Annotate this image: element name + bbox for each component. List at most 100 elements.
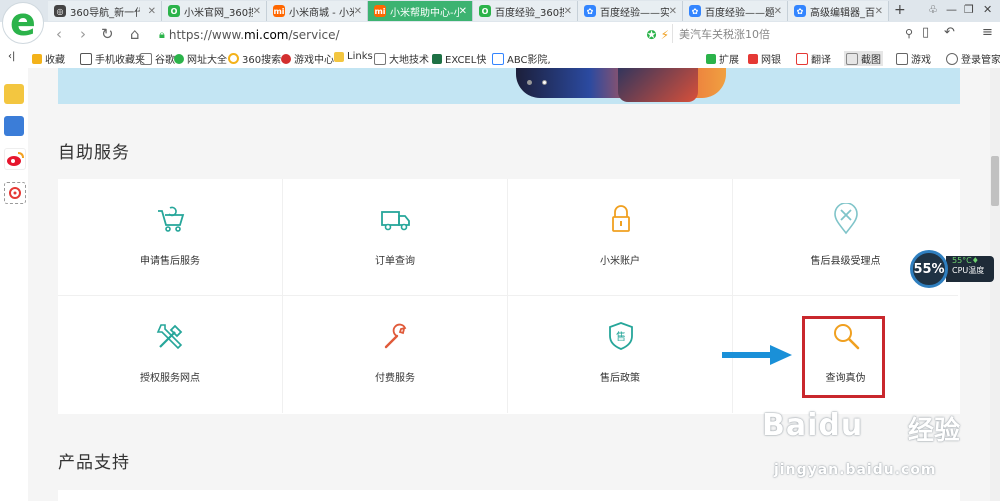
mi-icon: mi [374, 5, 386, 17]
close-icon[interactable]: ✕ [669, 6, 677, 17]
cart-return-icon [158, 206, 185, 232]
scroll-thumb[interactable] [991, 156, 999, 206]
tab-mi-official[interactable]: O 小米官网_360搜 ✕ [162, 1, 267, 21]
forward-icon[interactable]: › [80, 25, 86, 43]
bookmark-360-search[interactable]: 360搜索 [228, 51, 281, 66]
close-icon[interactable]: ✕ [564, 6, 572, 17]
url-field[interactable]: 🔒︎ https://www. mi.com/service/ ✪ ⚡ [158, 24, 674, 45]
carousel-dot[interactable] [542, 80, 547, 85]
service-authorized-outlets[interactable]: 授权服务网点 [58, 296, 283, 413]
tab-mi-store[interactable]: mi 小米商城 - 小米 ✕ [267, 1, 368, 21]
minimize-icon[interactable]: — [946, 3, 957, 16]
toolbar-label: 登录管家 [961, 55, 1000, 66]
online-banking-button[interactable]: 网银 [748, 51, 781, 66]
bookmark-abc-cinema[interactable]: ABC影院, [492, 51, 551, 66]
bookmark-label: 手机收藏夹 [95, 55, 145, 66]
phone-image [618, 68, 698, 102]
menu-icon[interactable]: ≡ [982, 25, 993, 40]
bookmark-label: 收藏 [45, 55, 65, 66]
tab-baidu-jingyan-1[interactable]: ✿ 百度经验——实 ✕ [578, 1, 683, 21]
skin-icon[interactable]: ♧ [928, 3, 938, 16]
news-icon[interactable] [4, 116, 24, 136]
service-order-query[interactable]: 订单查询 [283, 179, 508, 296]
weibo-icon[interactable] [4, 148, 26, 170]
login-manager-button[interactable]: 登录管家 [946, 51, 1000, 66]
service-mi-account[interactable]: 小米账户 [508, 179, 733, 296]
highlight-box [802, 316, 885, 398]
search-field[interactable]: 美汽车关税涨10倍 ⚲ [672, 24, 919, 43]
watermark-brand: Baidu [762, 408, 864, 443]
toolbar-label: 网银 [761, 55, 781, 66]
search-suggestion: 美汽车关税涨10倍 [679, 27, 770, 41]
close-icon[interactable]: ✕ [875, 6, 883, 17]
toolbar-label: 截图 [861, 55, 881, 66]
bookmarks-bar: ‹| 收藏 手机收藏夹 谷歌 网址大全 360搜索 游戏中心 Links 大地技… [0, 46, 1000, 69]
search-engine-icon: O [479, 5, 491, 17]
close-window-icon[interactable]: ✕ [983, 3, 992, 16]
bookmark-game-center[interactable]: 游戏中心 [281, 51, 334, 66]
close-icon[interactable]: ✕ [774, 6, 782, 17]
cpu-temperature-widget[interactable]: 55°C♦ CPU温度 55% [910, 250, 994, 288]
home-icon[interactable]: ⌂ [130, 25, 140, 43]
bookmark-favorites[interactable]: 收藏 [32, 51, 65, 66]
close-icon[interactable]: ✕ [459, 6, 467, 17]
star-icon[interactable]: ⚡ [661, 28, 669, 42]
wrench-icon [384, 323, 407, 349]
cpu-label: CPU温度 [952, 266, 985, 275]
bookmark-url-directory[interactable]: 网址大全 [174, 51, 227, 66]
undo-icon[interactable]: ↶ [944, 25, 955, 40]
reminder-icon[interactable] [4, 84, 24, 104]
bookmark-label: 谷歌 [155, 55, 175, 66]
bookmark-links[interactable]: Links [334, 51, 373, 62]
url-path: /service/ [288, 27, 340, 42]
search-icon[interactable]: ⚲ [905, 27, 913, 40]
promo-banner[interactable] [58, 68, 960, 104]
bookmark-excel[interactable]: EXCEL快 [432, 51, 486, 66]
speed-mode-icon[interactable]: ✪ [647, 28, 657, 42]
toolbar-label: 扩展 [719, 55, 739, 66]
page-icon [374, 52, 386, 65]
browser-logo[interactable]: e [2, 0, 44, 44]
screenshot-button[interactable]: 截图 [844, 51, 883, 66]
tab-baidu-jingyan-2[interactable]: ✿ 百度经验——题 ✕ [683, 1, 788, 21]
close-icon[interactable]: ✕ [253, 6, 261, 17]
bookmark-label: 360搜索 [242, 55, 282, 66]
back-icon[interactable]: ‹ [56, 25, 62, 43]
reload-icon[interactable]: ↻ [101, 25, 114, 43]
tab-baidu-jingyan-search[interactable]: O 百度经验_360搜 ✕ [473, 1, 578, 21]
bookmark-label: Links [347, 51, 373, 62]
translate-icon [796, 52, 808, 65]
restore-icon[interactable]: ❐ [964, 3, 974, 16]
bookmark-dadi-tech[interactable]: 大地技术 [374, 51, 429, 66]
service-after-sales[interactable]: 申请售后服务 [58, 179, 283, 296]
folder-icon [334, 51, 344, 62]
service-paid[interactable]: 付费服务 [283, 296, 508, 413]
baidu-watermark: Baidu 经验 jingyan.baidu.com [760, 400, 1000, 500]
scissors-icon [846, 52, 858, 65]
search-engine-icon: O [168, 5, 180, 17]
email-icon[interactable] [4, 182, 26, 204]
bookmark-google[interactable]: 谷歌 [140, 51, 175, 66]
arrow-icon [722, 345, 792, 365]
tab-mi-help[interactable]: mi 小米帮助中心-小 ✕ [368, 1, 473, 21]
games-button[interactable]: 游戏 [896, 51, 931, 66]
tab-advanced-editor[interactable]: ✿ 高级编辑器_百度 ✕ [788, 1, 889, 21]
key-icon [946, 52, 958, 65]
mi-icon: mi [273, 5, 285, 17]
tab-360-nav[interactable]: ◎ 360导航_新一代 ✕ [48, 1, 162, 21]
close-icon[interactable]: ✕ [148, 6, 156, 17]
tab-title: 360导航_新一代 [70, 7, 140, 19]
phone-icon[interactable]: ▯ [922, 25, 929, 40]
baidu-paw-icon: ✿ [584, 5, 596, 17]
extensions-button[interactable]: 扩展 [706, 51, 739, 66]
bookmark-mobile[interactable]: 手机收藏夹 [80, 51, 145, 66]
close-icon[interactable]: ✕ [354, 6, 362, 17]
service-policy[interactable]: 售 售后政策 [508, 296, 733, 413]
new-tab-button[interactable]: + [894, 2, 906, 18]
carousel-dot[interactable] [527, 80, 532, 85]
shield-sale-icon: 售 [609, 322, 633, 350]
baidu-paw-icon: ✿ [794, 5, 806, 17]
collapse-sidebar-icon[interactable]: ‹| [8, 51, 15, 62]
translate-button[interactable]: 翻译 [796, 51, 831, 66]
url-prefix: https://www. [168, 27, 245, 42]
